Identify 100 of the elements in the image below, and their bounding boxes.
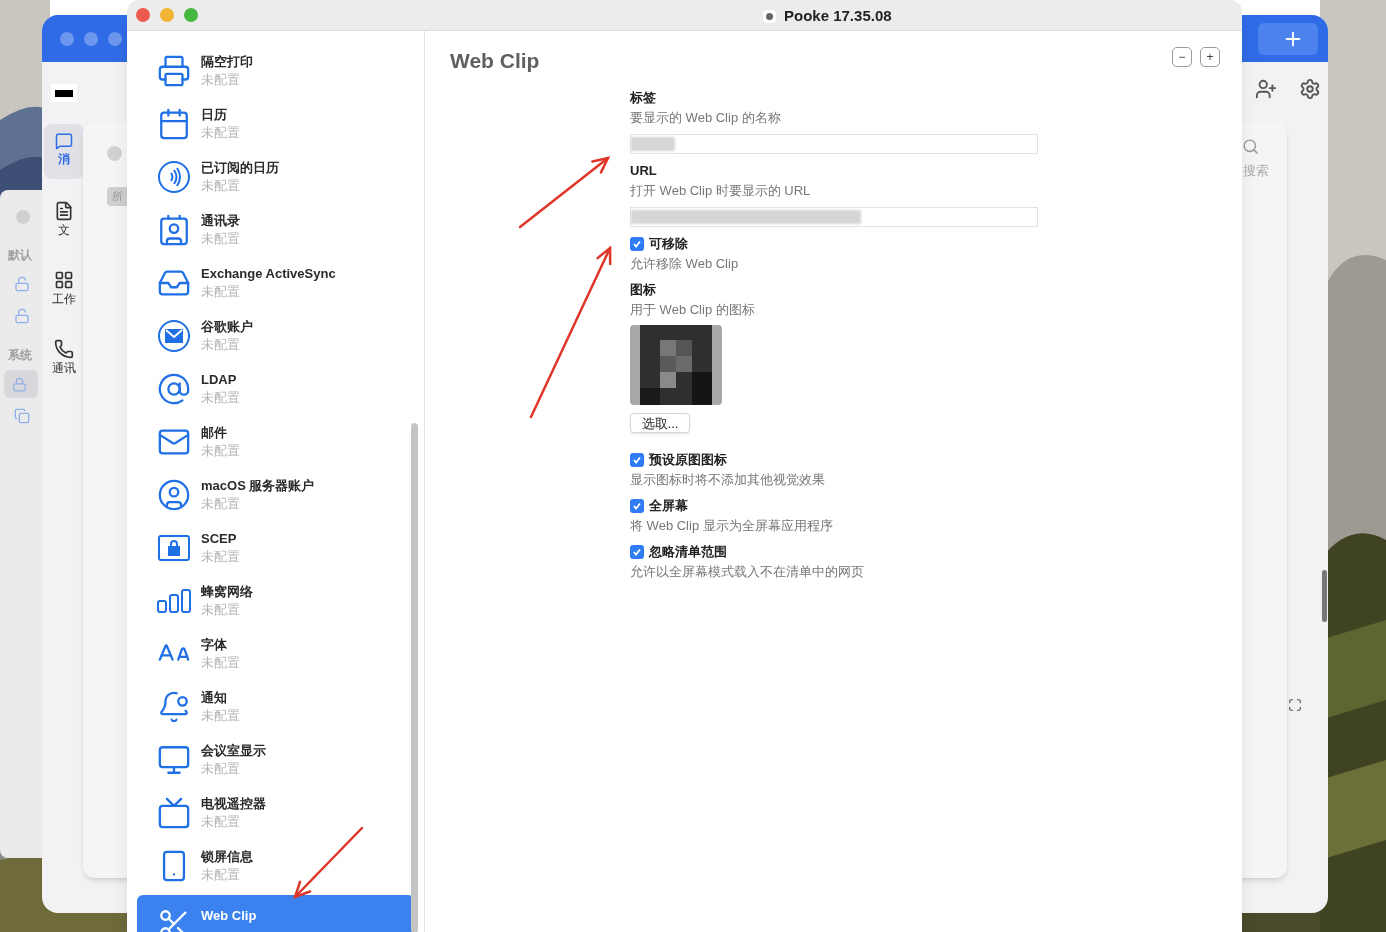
phone-icon (54, 339, 74, 359)
item-status: 未配置 (201, 282, 241, 301)
calendar-icon (157, 106, 191, 141)
item-status: 未配置 (201, 865, 241, 884)
printer-icon (157, 53, 191, 88)
sidebar-item[interactable]: LDAP 未配置 (127, 362, 424, 415)
item-title: Exchange ActiveSync (201, 264, 336, 283)
item-title: Web Clip (201, 907, 257, 925)
checkbox-label: 预设原图图标 (649, 450, 727, 469)
search-icon[interactable] (1242, 138, 1259, 155)
checkbox[interactable] (630, 452, 644, 467)
sidebar-item[interactable]: 日历 未配置 (127, 97, 424, 150)
item-title: 电视遥控器 (201, 794, 266, 813)
add-button[interactable] (1258, 22, 1318, 55)
item-status: 未配置 (201, 123, 240, 142)
item-title: 锁屏信息 (201, 847, 253, 866)
add-user-icon[interactable] (1255, 78, 1277, 100)
checkbox-label: 可移除 (649, 234, 688, 253)
field-label: 标签 (630, 88, 657, 107)
sidebar-item[interactable]: Exchange ActiveSync 未配置 (127, 256, 424, 309)
item-title: macOS 服务器账户 (201, 476, 315, 495)
item-title: 已订阅的日历 (201, 158, 279, 177)
item-title: LDAP (201, 370, 238, 389)
item-status: 未配置 (201, 812, 241, 831)
sidebar-item[interactable]: 邮件 未配置 (127, 415, 424, 468)
sidebar-item[interactable]: SCEP 未配置 (127, 521, 424, 574)
item-status: 未配置 (201, 335, 241, 354)
checkmark-icon (632, 546, 642, 557)
sidebar-item[interactable]: 通知 未配置 (127, 680, 424, 733)
app-logo-icon (51, 84, 77, 102)
document-icon (54, 201, 74, 221)
item-title: 日历 (201, 105, 228, 124)
user-circle-icon (157, 477, 191, 512)
field-label: 图标 (630, 280, 657, 299)
sidebar-item[interactable]: 隔空打印 未配置 (127, 44, 424, 97)
close-icon[interactable] (136, 8, 150, 22)
remove-button[interactable]: − (1172, 47, 1192, 67)
checkmark-icon (632, 454, 642, 465)
sidebar-item[interactable]: Web Clip (137, 895, 414, 932)
zoom-icon[interactable] (184, 8, 198, 22)
nav-item[interactable]: 工作 (44, 262, 84, 317)
checkbox[interactable] (630, 544, 644, 559)
field-description: 允许移除 Web Clip (630, 254, 740, 273)
input-field[interactable] (630, 206, 1038, 227)
checkmark-icon (632, 238, 642, 249)
nav-item[interactable]: 文 (44, 193, 84, 248)
settings-icon[interactable] (1299, 78, 1321, 100)
add-button[interactable]: + (1200, 47, 1220, 67)
window-title: Pooke 17.35.08 (784, 6, 892, 26)
item-title: 通讯录 (201, 211, 240, 230)
section-title: 默认 (8, 247, 32, 264)
choose-button[interactable]: 选取... (630, 412, 690, 433)
lock-icon (12, 376, 27, 392)
at-sign-icon (157, 371, 191, 406)
nav-item[interactable]: 消 (44, 124, 84, 179)
sidebar-item[interactable]: 会议室显示 未配置 (127, 733, 424, 786)
item-status: 未配置 (201, 759, 241, 778)
tv-icon (157, 795, 191, 830)
item-status: 未配置 (201, 441, 240, 460)
scrollbar-thumb[interactable] (411, 423, 418, 932)
chat-icon (55, 132, 73, 150)
nav-item[interactable]: 通讯 (44, 331, 84, 386)
sidebar-item[interactable]: 字体 未配置 (127, 627, 424, 680)
page-title: Web Clip (450, 48, 540, 74)
sidebar-item[interactable]: 已订阅的日历 未配置 (127, 150, 424, 203)
redaction-mark (631, 136, 675, 151)
field-description: 显示图标时将不添加其他视觉效果 (630, 470, 826, 489)
search-label: 搜索 (1243, 162, 1269, 180)
expand-icon[interactable] (1288, 698, 1302, 712)
sidebar-item[interactable]: 通讯录 未配置 (127, 203, 424, 256)
checkbox-label: 忽略清单范围 (649, 542, 727, 561)
checkbox[interactable] (630, 498, 644, 513)
item-title: 字体 (201, 635, 228, 654)
item-title: 邮件 (201, 423, 228, 442)
field-description: 允许以全屏幕模式载入不在清单中的网页 (630, 562, 865, 581)
field-description: 打开 Web Clip 时要显示的 URL (630, 181, 812, 200)
sidebar-item[interactable]: 蜂窝网络 未配置 (127, 574, 424, 627)
item-status: 未配置 (201, 176, 241, 195)
item-status: 未配置 (201, 388, 240, 407)
checkbox[interactable] (630, 236, 644, 251)
item-status: 未配置 (201, 229, 240, 248)
sidebar-item[interactable]: 锁屏信息 未配置 (127, 839, 424, 892)
field-description: 将 Web Clip 显示为全屏幕应用程序 (630, 516, 834, 535)
item-title: 隔空打印 (201, 52, 253, 71)
item-title: 蜂窝网络 (201, 582, 253, 601)
field-description: 要显示的 Web Clip 的名称 (630, 108, 782, 127)
item-status: 未配置 (201, 547, 240, 566)
bell-icon (157, 689, 191, 724)
sidebar-item[interactable]: 谷歌账户 未配置 (127, 309, 424, 362)
contact-card-icon (157, 212, 191, 247)
item-status: 未配置 (201, 653, 240, 672)
item-title: 会议室显示 (201, 741, 266, 760)
item-title: SCEP (201, 529, 238, 548)
item-status: 未配置 (201, 706, 240, 725)
input-field[interactable] (630, 133, 1038, 154)
item-status: 未配置 (201, 70, 241, 89)
sidebar-item[interactable]: 电视遥控器 未配置 (127, 786, 424, 839)
sidebar-item[interactable]: macOS 服务器账户 未配置 (127, 468, 424, 521)
item-title: 通知 (201, 688, 228, 707)
lock-icon (14, 276, 30, 292)
